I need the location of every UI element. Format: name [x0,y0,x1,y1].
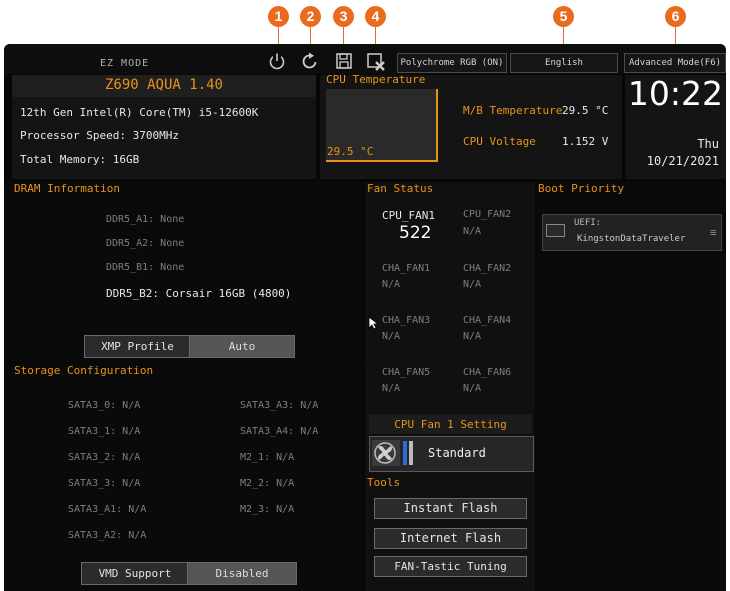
fan-cha-fan4-value: N/A [463,331,482,342]
dram-slot-b1: DDR5_B1: None [106,262,185,273]
boot-entry[interactable] [542,214,722,251]
clock-date: 10/21/2021 [646,154,719,168]
callout-6: 6 [665,6,686,27]
exit-without-save-icon[interactable] [366,52,386,72]
instant-flash-button[interactable]: Instant Flash [374,498,527,519]
callout-4: 4 [365,6,386,27]
storage-sata3-2: SATA3_2: N/A [68,452,141,463]
fan-cha-fan5-label: CHA_FAN5 [382,367,431,378]
fan-cpu-fan1-label: CPU_FAN1 [382,209,435,222]
cpu-temperature-title: CPU Temperature [326,73,426,86]
storage-m2-1: M2_1: N/A [240,452,295,463]
storage-panel [4,364,362,591]
fan-cha-fan1-value: N/A [382,279,401,290]
save-icon[interactable] [335,52,353,70]
bios-screen: EZ MODE Polychrome RGB (ON) English Adva… [4,44,726,591]
fan-status-title: Fan Status [367,182,434,195]
fan-cha-fan1-label: CHA_FAN1 [382,263,431,274]
fan-tastic-tuning-button[interactable]: FAN-Tastic Tuning [374,556,527,577]
internet-flash-button[interactable]: Internet Flash [374,528,527,549]
dram-slot-b2: DDR5_B2: Corsair 16GB (4800) [106,287,292,300]
clock-day: Thu [697,137,719,151]
callout-5: 5 [553,6,574,27]
fan-cha-fan2-label: CHA_FAN2 [463,263,512,274]
mouse-cursor-icon [368,316,378,330]
boot-entry-name: KingstonDataTraveler [577,234,686,244]
drag-handle-icon[interactable]: ≡ [710,226,717,239]
cpu-fan-setting-value: Standard [428,446,486,460]
usb-drive-icon [546,224,565,237]
xmp-profile-value[interactable]: Auto [189,335,295,358]
fan-cha-fan4-label: CHA_FAN4 [463,315,512,326]
cpu-voltage-label: CPU Voltage [463,135,536,148]
storage-sata3-a4: SATA3_A4: N/A [240,426,319,437]
mb-temperature-value: 29.5 °C [562,104,609,117]
cpu-name: 12th Gen Intel(R) Core(TM) i5-12600K [20,106,259,119]
polychrome-rgb-button[interactable]: Polychrome RGB (ON) [397,53,507,73]
storage-m2-3: M2_3: N/A [240,504,295,515]
clock-time: 10:22 [627,74,723,113]
vmd-support-label[interactable]: VMD Support [81,562,189,585]
power-icon[interactable] [268,52,286,70]
board-model: Z690 AQUA 1.40 [104,77,223,93]
dram-title: DRAM Information [14,182,120,195]
tools-title: Tools [367,476,401,489]
dram-slot-a1: DDR5_A1: None [106,214,185,225]
fan-cha-fan3-value: N/A [382,331,401,342]
callout-3: 3 [333,6,354,27]
cpu-temperature-value: 29.5 °C [327,145,374,158]
fan-icon [372,440,400,466]
fan-cha-fan6-value: N/A [463,383,482,394]
advanced-mode-button[interactable]: Advanced Mode(F6) [624,53,726,73]
storage-sata3-1: SATA3_1: N/A [68,426,141,437]
mb-temperature-label: M/B Temperature [463,104,563,117]
restart-icon[interactable] [301,52,319,70]
fan-cpu-fan2-label: CPU_FAN2 [463,209,512,220]
storage-m2-2: M2_2: N/A [240,478,295,489]
fan-cha-fan2-value: N/A [463,279,482,290]
ez-mode-label: EZ MODE [100,58,150,69]
vmd-support-value[interactable]: Disabled [187,562,297,585]
total-memory: Total Memory: 16GB [20,153,140,166]
fan-cha-fan5-value: N/A [382,383,401,394]
storage-sata3-3: SATA3_3: N/A [68,478,141,489]
cpu-voltage-value: 1.152 V [562,135,609,148]
storage-sata3-a2: SATA3_A2: N/A [68,530,147,541]
callout-1: 1 [268,6,289,27]
dram-slot-a2: DDR5_A2: None [106,238,185,249]
storage-sata3-a1: SATA3_A1: N/A [68,504,147,515]
fan-level-bar [403,441,407,465]
storage-title: Storage Configuration [14,364,154,377]
boot-priority-title: Boot Priority [538,182,625,195]
callout-2: 2 [300,6,321,27]
fan-cpu-fan2-value: N/A [463,226,482,237]
fan-cpu-fan1-value: 522 [399,223,432,243]
processor-speed: Processor Speed: 3700MHz [20,129,179,142]
xmp-profile-label[interactable]: XMP Profile [84,335,191,358]
language-button[interactable]: English [510,53,618,73]
fan-cha-fan6-label: CHA_FAN6 [463,367,512,378]
fan-cha-fan3-label: CHA_FAN3 [382,315,431,326]
cpu-fan-setting-title: CPU Fan 1 Setting [394,418,507,431]
boot-entry-type: UEFI: [574,218,602,228]
storage-sata3-0: SATA3_0: N/A [68,400,141,411]
storage-sata3-a3: SATA3_A3: N/A [240,400,319,411]
